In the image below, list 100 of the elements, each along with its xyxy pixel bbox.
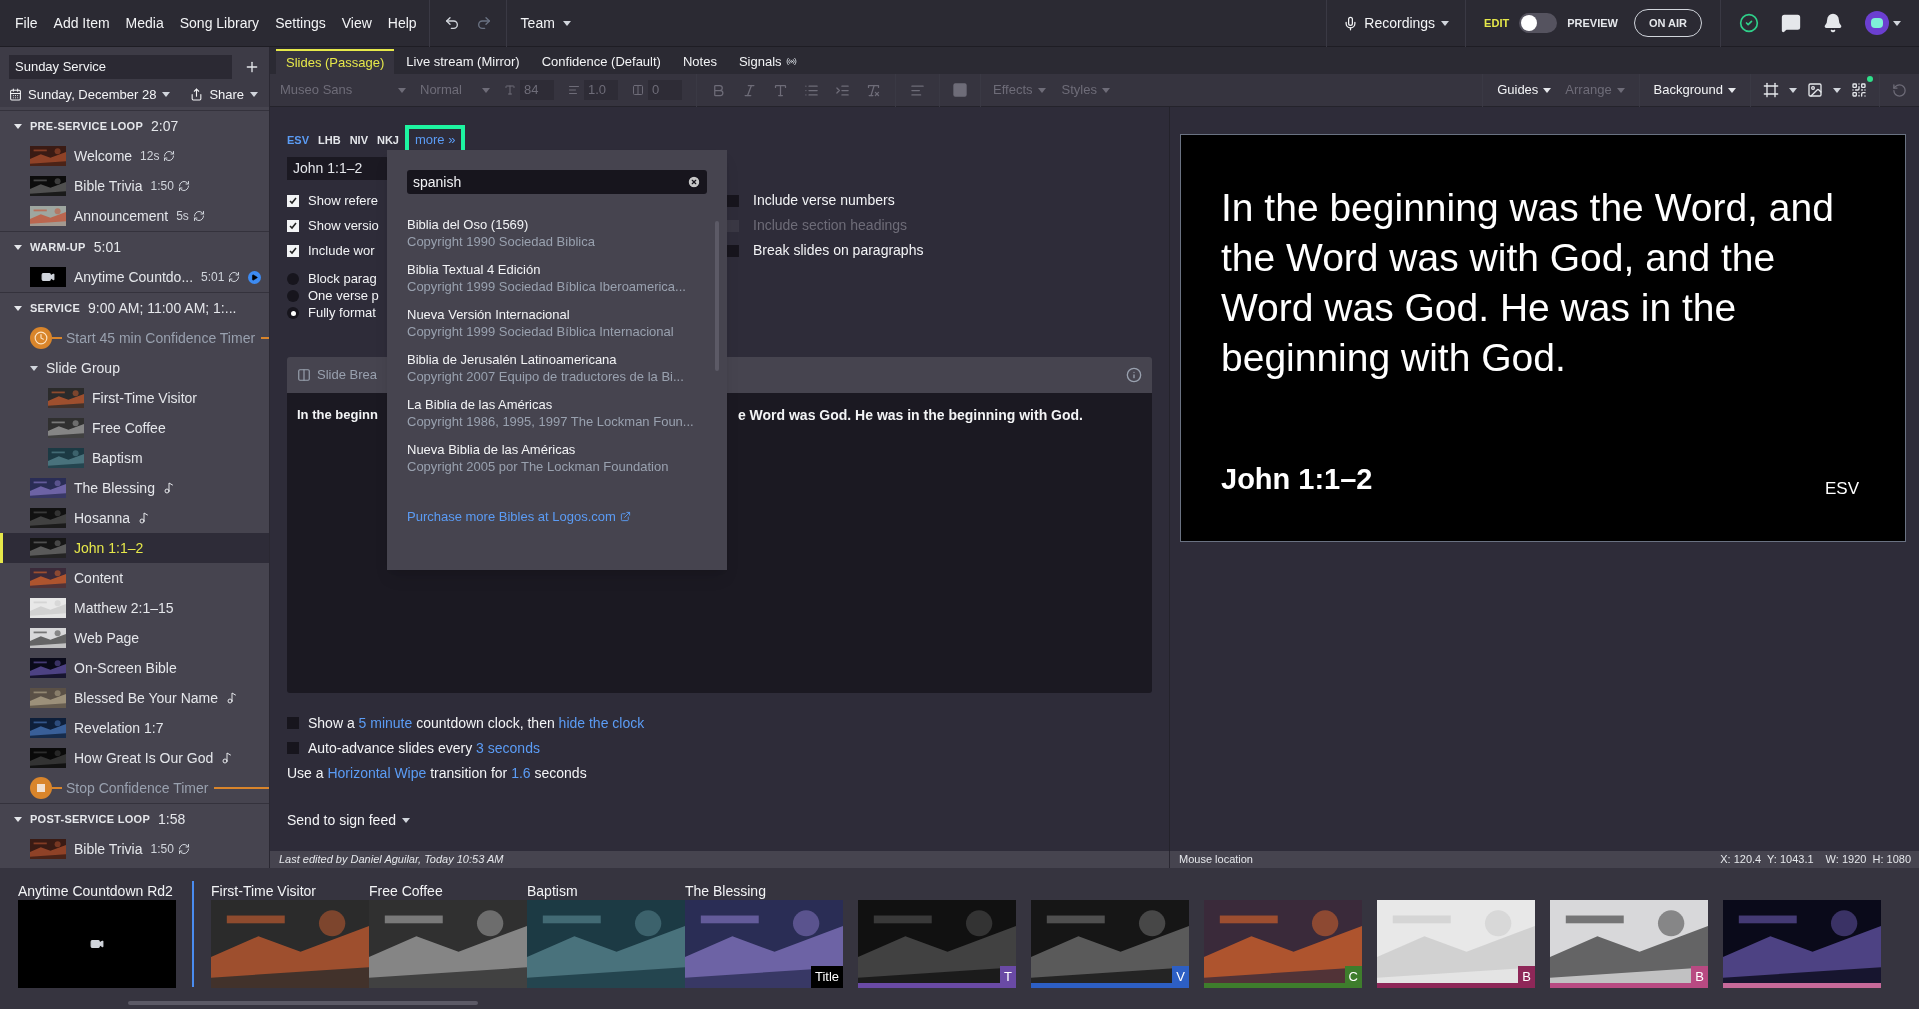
add-icon[interactable]	[244, 59, 260, 75]
text-case-icon[interactable]	[773, 82, 788, 98]
section-title[interactable]: SERVICE	[30, 299, 81, 317]
option-link[interactable]: 1.6	[511, 764, 531, 781]
version-search-field[interactable]: spanish	[407, 170, 707, 194]
radio-button[interactable]	[287, 273, 299, 285]
clear-icon[interactable]	[687, 175, 701, 189]
mode-toggle[interactable]	[1519, 13, 1558, 33]
version-tab[interactable]: ESV	[287, 131, 309, 149]
section-title[interactable]: POST-SERVICE LOOP	[30, 810, 150, 828]
scrollbar[interactable]	[128, 1001, 478, 1005]
bible-result[interactable]: Biblia de Jerusalén Latinoamericana Copyright 2007 Equipo de traductores de la Bi...	[407, 351, 709, 385]
section-title[interactable]: PRE-SERVICE LOOP	[30, 117, 143, 135]
menu-item[interactable]: Media	[125, 12, 164, 34]
frame-icon[interactable]	[1763, 82, 1779, 98]
sign-feed-dropdown[interactable]: Send to sign feed	[287, 810, 396, 831]
option-link[interactable]: 5 minute	[358, 714, 413, 731]
plan-item[interactable]: Bible Trivia 1:50	[0, 834, 269, 864]
align-icon[interactable]	[910, 82, 925, 98]
color-swatch-icon[interactable]	[952, 82, 968, 98]
team-dropdown[interactable]: Team	[520, 12, 555, 34]
plan-item[interactable]: Free Coffee	[0, 413, 269, 443]
plan-item[interactable]: Matthew 2:1–15	[0, 593, 269, 623]
format-label: One verse p	[308, 287, 379, 306]
plan-item[interactable]: Hosanna	[0, 503, 269, 533]
option-link[interactable]: hide the clock	[558, 714, 645, 731]
checkbox[interactable]	[287, 194, 299, 207]
bible-result[interactable]: Biblia Textual 4 Edición Copyright 1999 Sociedad Bíblica Iberoamerica...	[407, 261, 709, 295]
checkbox[interactable]	[287, 219, 299, 232]
section-title[interactable]: WARM-UP	[30, 238, 86, 256]
recordings-dropdown[interactable]: Recordings	[1364, 12, 1436, 34]
plan-item[interactable]: Anytime Countdo... 5:01	[0, 262, 269, 292]
avatar[interactable]	[1865, 11, 1889, 35]
item-duration: 5s	[176, 208, 189, 225]
edit-label: EDIT	[1484, 15, 1510, 31]
plan-name-field[interactable]: Sunday Service	[9, 55, 232, 79]
plan-item[interactable]: Revelation 1:7	[0, 713, 269, 743]
date-dropdown[interactable]: Sunday, December 28	[28, 85, 157, 105]
plan-item[interactable]: Content	[0, 563, 269, 593]
view-tab[interactable]: Notes	[672, 49, 727, 74]
plan-item[interactable]: First-Time Visitor	[0, 383, 269, 413]
italic-icon[interactable]	[742, 82, 757, 98]
bible-result[interactable]: La Biblia de las Américas Copyright 1986, 1995, 1997 The Lockman Foun...	[407, 396, 709, 430]
menu-item[interactable]: File	[15, 12, 38, 34]
menu-item[interactable]: Song Library	[179, 12, 260, 34]
view-tab[interactable]: Live stream (Mirror)	[396, 49, 530, 74]
menu-item[interactable]: Settings	[275, 12, 326, 34]
menu-item[interactable]: View	[341, 12, 372, 34]
view-tab[interactable]: Signals	[728, 49, 807, 74]
check-circle-icon[interactable]	[1739, 13, 1759, 33]
qr-code-icon[interactable]	[1851, 82, 1867, 98]
item-duration: 1:50	[150, 841, 174, 858]
version-tab[interactable]: NIV	[349, 131, 368, 149]
radio-button[interactable]	[287, 290, 299, 302]
bible-result[interactable]: Biblia del Oso (1569) Copyright 1990 Sociedad Biblica	[407, 216, 709, 250]
radio-button[interactable]	[287, 307, 299, 319]
bible-result[interactable]: Nueva Biblia de las Américas Copyright 2005 por The Lockman Foundation	[407, 441, 709, 475]
group-label[interactable]: Slide Group	[46, 357, 120, 379]
reset-icon[interactable]	[1892, 82, 1907, 98]
clear-format-icon[interactable]	[866, 82, 881, 98]
view-tab[interactable]: Confidence (Default)	[531, 49, 671, 74]
group-title: Free Coffee	[369, 882, 444, 900]
checkbox[interactable]	[727, 194, 739, 207]
plan-item[interactable]: Bible Trivia 1:50	[0, 171, 269, 201]
view-tab[interactable]: Slides (Passage)	[276, 49, 395, 74]
plan-item[interactable]: How Great Is Our God	[0, 743, 269, 773]
plan-item[interactable]: Web Page	[0, 623, 269, 653]
version-tab[interactable]: LHB	[318, 131, 341, 149]
timer-label[interactable]: Start 45 min Confidence Timer	[66, 327, 256, 349]
plan-item[interactable]: Baptism	[0, 443, 269, 473]
plan-item[interactable]: Blessed Be Your Name	[0, 683, 269, 713]
bible-result[interactable]: Nueva Versión Internacional Copyright 1999 Sociedad Bíblica Internacional	[407, 306, 709, 340]
plan-item[interactable]: Announcement 5s	[0, 201, 269, 231]
indent-icon[interactable]	[835, 82, 850, 98]
menu-item[interactable]: Help	[387, 12, 417, 34]
info-icon[interactable]	[1126, 367, 1142, 383]
plan-item[interactable]: John 1:1–2	[0, 533, 269, 563]
guides-dropdown[interactable]: Guides	[1497, 80, 1552, 100]
background-dropdown[interactable]: Background	[1653, 80, 1736, 100]
redo-icon[interactable]	[475, 15, 492, 31]
play-icon[interactable]	[248, 270, 262, 284]
bullet-list-icon[interactable]	[804, 82, 819, 98]
undo-icon[interactable]	[443, 15, 460, 31]
image-icon[interactable]	[1807, 82, 1823, 98]
chat-icon[interactable]	[1781, 13, 1801, 33]
plan-item[interactable]: Welcome 12s	[0, 141, 269, 171]
share-dropdown[interactable]: Share	[209, 85, 245, 105]
checkbox[interactable]	[727, 244, 739, 257]
checkbox[interactable]	[287, 742, 299, 754]
notification-icon[interactable]	[1823, 13, 1843, 33]
timer-label[interactable]: Stop Confidence Timer	[66, 777, 209, 799]
plan-item[interactable]: The Blessing	[0, 473, 269, 503]
bold-icon[interactable]	[711, 82, 726, 98]
checkbox[interactable]	[287, 244, 299, 257]
checkbox[interactable]	[287, 717, 299, 729]
plan-item[interactable]: On-Screen Bible	[0, 653, 269, 683]
menu-item[interactable]: Add Item	[53, 12, 110, 34]
option-link[interactable]: Horizontal Wipe	[327, 764, 427, 781]
option-link[interactable]: 3 seconds	[476, 739, 540, 756]
version-tab[interactable]: NKJ	[376, 131, 399, 149]
